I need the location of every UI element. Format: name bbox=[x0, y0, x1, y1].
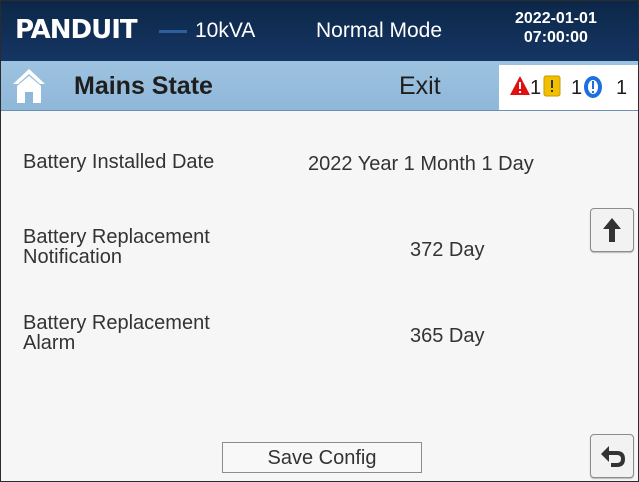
critical-alarm-count: 1 bbox=[530, 77, 542, 99]
date-time: 2022-01-01 07:00:00 bbox=[515, 9, 597, 47]
replacement-notification-label: Battery Replacement Notification bbox=[23, 226, 210, 268]
battery-installed-date-value[interactable]: 2022 Year 1 Month 1 Day bbox=[308, 153, 534, 176]
replacement-alarm-value[interactable]: 365 Day bbox=[410, 325, 485, 348]
operating-mode: Normal Mode bbox=[316, 19, 443, 42]
brand-logo: PANDUIT bbox=[15, 15, 138, 45]
current-date: 2022-01-01 bbox=[515, 10, 597, 27]
alarm-summary[interactable]: 1 1 1 bbox=[499, 65, 638, 110]
back-button[interactable] bbox=[590, 434, 634, 478]
replacement-notification-value[interactable]: 372 Day bbox=[410, 239, 485, 262]
up-arrow-icon bbox=[603, 218, 621, 242]
replacement-alarm-label: Battery Replacement Alarm bbox=[23, 312, 210, 354]
warning-alarm-icon bbox=[543, 75, 561, 101]
replacement-notification-label-line2: Notification bbox=[23, 246, 122, 268]
save-config-button[interactable]: Save Config bbox=[222, 442, 422, 473]
warning-alarm-count: 1 bbox=[571, 77, 583, 99]
ups-screen: PANDUIT 10kVA Normal Mode 2022-01-01 07:… bbox=[0, 0, 639, 482]
replacement-alarm-label-line1: Battery Replacement bbox=[23, 312, 210, 334]
page-title: Mains State bbox=[74, 72, 213, 100]
replacement-notification-label-line1: Battery Replacement bbox=[23, 226, 210, 248]
page-header: Mains State Exit 1 1 1 bbox=[1, 61, 638, 111]
current-time: 07:00:00 bbox=[523, 29, 588, 46]
top-status-bar: PANDUIT 10kVA Normal Mode 2022-01-01 07:… bbox=[1, 1, 638, 61]
capacity-label: 10kVA bbox=[195, 19, 256, 42]
exit-button[interactable]: Exit bbox=[399, 72, 441, 101]
home-icon[interactable] bbox=[11, 67, 47, 105]
info-alarm-icon bbox=[582, 75, 604, 101]
info-alarm-count: 1 bbox=[616, 77, 628, 99]
replacement-alarm-label-line2: Alarm bbox=[23, 332, 76, 354]
return-arrow-icon bbox=[601, 446, 625, 467]
battery-installed-date-label: Battery Installed Date bbox=[23, 151, 215, 173]
logo-divider bbox=[159, 30, 187, 33]
scroll-up-button[interactable] bbox=[590, 208, 634, 252]
critical-alarm-icon bbox=[509, 75, 531, 101]
